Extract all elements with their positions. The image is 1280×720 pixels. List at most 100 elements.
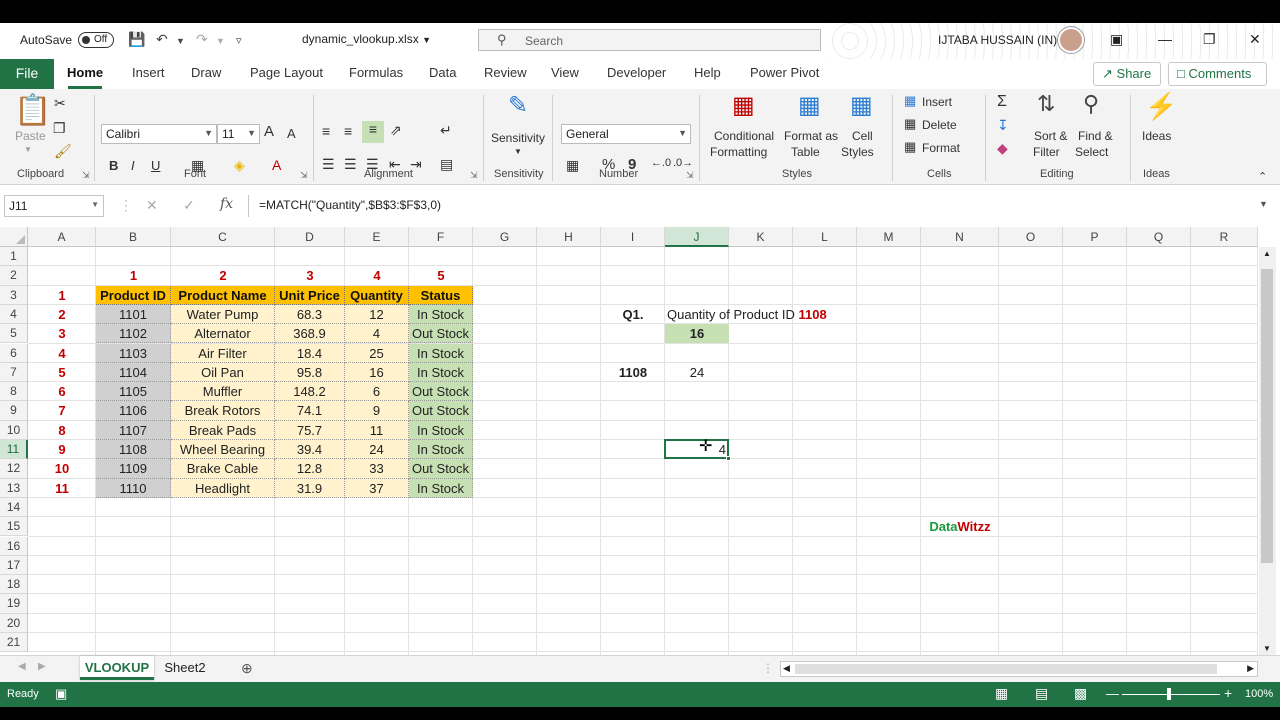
tab-developer[interactable]: Developer [607, 65, 666, 80]
clipboard-launcher-icon[interactable]: ⇲ [82, 170, 90, 181]
minimize-icon[interactable]: — [1158, 31, 1172, 47]
column-header-b[interactable]: B [96, 227, 171, 247]
table-cell[interactable]: 12 [345, 304, 409, 325]
search-box[interactable]: ⚲ Search [478, 29, 821, 51]
table-cell[interactable]: Out Stock [409, 382, 473, 402]
format-cells-icon[interactable]: ▦ [904, 139, 916, 155]
sort-filter-label[interactable]: Sort & [1034, 129, 1067, 143]
sensitivity-icon[interactable]: ✎ [508, 91, 528, 120]
table-cell[interactable]: 39.4 [275, 440, 345, 460]
column-header-d[interactable]: D [275, 227, 345, 247]
table-cell[interactable]: 1104 [96, 362, 171, 383]
table-cell[interactable]: Wheel Bearing [171, 440, 275, 460]
table-cell[interactable]: Break Pads [171, 420, 275, 440]
horizontal-scrollbar[interactable]: ◀ ▶ [780, 661, 1258, 677]
table-cell[interactable]: 148.2 [275, 382, 345, 402]
scroll-left-icon[interactable]: ◀ [18, 661, 26, 672]
row-header-19[interactable]: 19 [0, 594, 28, 614]
increase-decimal-icon[interactable]: ←.0 [651, 157, 671, 169]
table-cell[interactable]: 33 [345, 459, 409, 479]
tab-file[interactable]: File [0, 59, 54, 89]
row-header-15[interactable]: 15 [0, 517, 28, 537]
table-cell[interactable]: In Stock [409, 440, 473, 460]
formula-input[interactable]: =MATCH("Quantity",$B$3:$F$3,0) [248, 195, 1274, 217]
insert-function-icon[interactable]: fx [220, 196, 233, 212]
sensitivity-button[interactable]: Sensitivity [491, 131, 545, 145]
tab-page-layout[interactable]: Page Layout [250, 65, 323, 80]
horizontal-scroll-thumb[interactable] [795, 664, 1217, 674]
column-header-g[interactable]: G [473, 227, 537, 247]
scroll-up-icon[interactable]: ▲ [1263, 249, 1271, 258]
table-cell[interactable]: 75.7 [275, 420, 345, 440]
font-size-select[interactable]: 11 ▼ [217, 124, 260, 144]
column-header-o[interactable]: O [999, 227, 1063, 247]
scroll-right-icon[interactable]: ▶ [38, 661, 46, 672]
column-header-c[interactable]: C [171, 227, 275, 247]
avatar[interactable] [1058, 27, 1084, 53]
worksheet-grid[interactable]: A B C D E F G H I J K L M N O P Q R 1 2 3 4 5 6 7 8 9 10 11 12 13 14 15 1… [0, 227, 1280, 655]
scroll-right-icon[interactable]: ▶ [1247, 663, 1254, 674]
row-header-7[interactable]: 7 [0, 362, 28, 383]
table-header-cell[interactable]: Status [409, 285, 473, 305]
ideas-button[interactable]: Ideas [1142, 129, 1171, 143]
table-cell[interactable]: Oil Pan [171, 362, 275, 383]
number-launcher-icon[interactable]: ⇲ [686, 170, 694, 181]
grow-font-button[interactable]: A [264, 123, 274, 140]
column-header-e[interactable]: E [345, 227, 409, 247]
table-cell[interactable]: Headlight [171, 478, 275, 498]
scroll-down-icon[interactable]: ▼ [1263, 644, 1271, 653]
row-header-10[interactable]: 10 [0, 420, 28, 440]
table-cell[interactable]: 18.4 [275, 343, 345, 363]
table-header-cell[interactable]: Product Name [171, 285, 275, 305]
zoom-level[interactable]: 100% [1245, 688, 1273, 700]
column-header-k[interactable]: K [729, 227, 793, 247]
page-break-view-icon[interactable]: ▩ [1074, 685, 1087, 702]
column-header-m[interactable]: M [857, 227, 921, 247]
column-header-q[interactable]: Q [1127, 227, 1191, 247]
table-cell[interactable]: 1103 [96, 343, 171, 363]
tab-power-pivot[interactable]: Power Pivot [750, 65, 819, 80]
number-format-select[interactable]: General ▼ [561, 124, 691, 144]
page-layout-view-icon[interactable]: ▤ [1035, 685, 1048, 702]
fill-color-icon[interactable]: ◈ [234, 157, 245, 174]
decrease-decimal-icon[interactable]: .0→ [673, 157, 693, 169]
table-cell[interactable]: In Stock [409, 304, 473, 325]
currency-icon[interactable]: ▦ [566, 157, 579, 174]
row-header-17[interactable]: 17 [0, 555, 28, 576]
tab-draw[interactable]: Draw [191, 65, 221, 80]
bold-button[interactable]: B [109, 158, 118, 173]
sheet-tab-sheet2[interactable]: Sheet2 [158, 656, 212, 680]
comments-button[interactable]: □ Comments [1168, 62, 1267, 86]
zoom-out-icon[interactable]: — [1106, 686, 1119, 701]
font-name-select[interactable]: Calibri ▼ [101, 124, 217, 144]
row-header-16[interactable]: 16 [0, 536, 28, 556]
wrap-text-icon[interactable]: ↵ [440, 122, 452, 139]
delete-cells-button[interactable]: Delete [922, 118, 957, 132]
fill-handle[interactable] [726, 456, 731, 462]
table-cell[interactable]: 1110 [96, 478, 171, 498]
vertical-scroll-thumb[interactable] [1261, 269, 1273, 563]
table-cell[interactable]: In Stock [409, 343, 473, 363]
row-header-5[interactable]: 5 [0, 324, 28, 344]
table-header-cell[interactable]: Unit Price [275, 285, 345, 305]
ribbon-display-icon[interactable]: ▣ [1110, 31, 1123, 48]
underline-button[interactable]: U [151, 158, 160, 173]
save-icon[interactable]: 💾 [128, 31, 145, 48]
tab-help[interactable]: Help [694, 65, 721, 80]
tab-insert[interactable]: Insert [132, 65, 165, 80]
name-box[interactable]: J11 ▼ [4, 195, 104, 217]
conditional-formatting-label-2[interactable]: Formatting [710, 145, 767, 159]
table-cell[interactable]: 25 [345, 343, 409, 363]
tab-formulas[interactable]: Formulas [349, 65, 403, 80]
table-cell[interactable]: Air Filter [171, 343, 275, 363]
font-launcher-icon[interactable]: ⇲ [300, 170, 308, 181]
row-header-18[interactable]: 18 [0, 575, 28, 595]
insert-cells-icon[interactable]: ▦ [904, 93, 916, 109]
row-header-8[interactable]: 8 [0, 382, 28, 402]
font-color-icon[interactable]: A [272, 157, 281, 173]
alignment-launcher-icon[interactable]: ⇲ [470, 170, 478, 181]
cell-styles-icon[interactable]: ▦ [850, 91, 873, 120]
table-cell[interactable]: Out Stock [409, 401, 473, 421]
align-middle-icon[interactable]: ≡ [344, 123, 352, 139]
table-cell[interactable]: Muffler [171, 382, 275, 402]
